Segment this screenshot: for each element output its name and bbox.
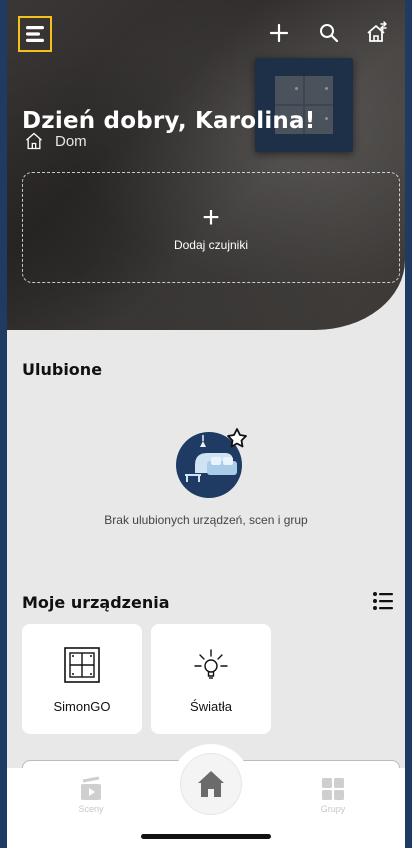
device-card-simongo[interactable]: SimonGO xyxy=(22,624,142,734)
location-selector[interactable]: Dom xyxy=(24,124,87,158)
home-switch-icon xyxy=(367,21,387,42)
home-filled-icon xyxy=(198,771,224,797)
nav-home[interactable] xyxy=(171,744,251,824)
device-card-lights[interactable]: Światła xyxy=(151,624,271,734)
add-sensors-plus: + xyxy=(202,200,220,234)
nav-groups-label: Grupy xyxy=(320,804,346,814)
hero-banner: Dzień dobry, Karolina! Dom + Dodaj czujn… xyxy=(7,0,405,330)
plus-icon xyxy=(269,23,289,43)
search-button[interactable] xyxy=(314,18,344,48)
menu-icon xyxy=(26,26,44,42)
home-indicator-bar xyxy=(141,834,271,839)
add-sensors-button[interactable]: + Dodaj czujniki xyxy=(22,172,400,283)
switch-panel-icon xyxy=(64,646,100,683)
switch-photo xyxy=(255,58,353,152)
menu-button[interactable] xyxy=(18,16,52,52)
lightbulb-icon xyxy=(194,648,228,679)
nav-scenes[interactable]: Sceny xyxy=(61,776,121,814)
empty-favorites-illustration xyxy=(176,428,247,498)
groups-icon xyxy=(322,778,344,800)
device-label: SimonGO xyxy=(53,698,111,714)
switch-home-button[interactable] xyxy=(362,18,392,48)
favorites-title: Ulubione xyxy=(22,360,103,379)
home-outline-icon xyxy=(26,132,42,150)
empty-favorites-text: Brak ulubionych urządzeń, scen i grup xyxy=(104,513,308,527)
location-label: Dom xyxy=(55,132,87,150)
app-screen: Dzień dobry, Karolina! Dom + Dodaj czujn… xyxy=(7,0,405,848)
scenes-icon xyxy=(81,776,101,800)
device-label: Światła xyxy=(190,698,232,714)
add-button[interactable] xyxy=(264,18,294,48)
nav-groups[interactable]: Grupy xyxy=(303,776,363,814)
devices-title: Moje urządzenia xyxy=(22,593,170,612)
search-icon xyxy=(320,24,339,43)
nav-scenes-label: Sceny xyxy=(78,804,104,814)
add-sensors-label: Dodaj czujniki xyxy=(173,237,249,252)
list-view-icon[interactable] xyxy=(372,591,394,611)
